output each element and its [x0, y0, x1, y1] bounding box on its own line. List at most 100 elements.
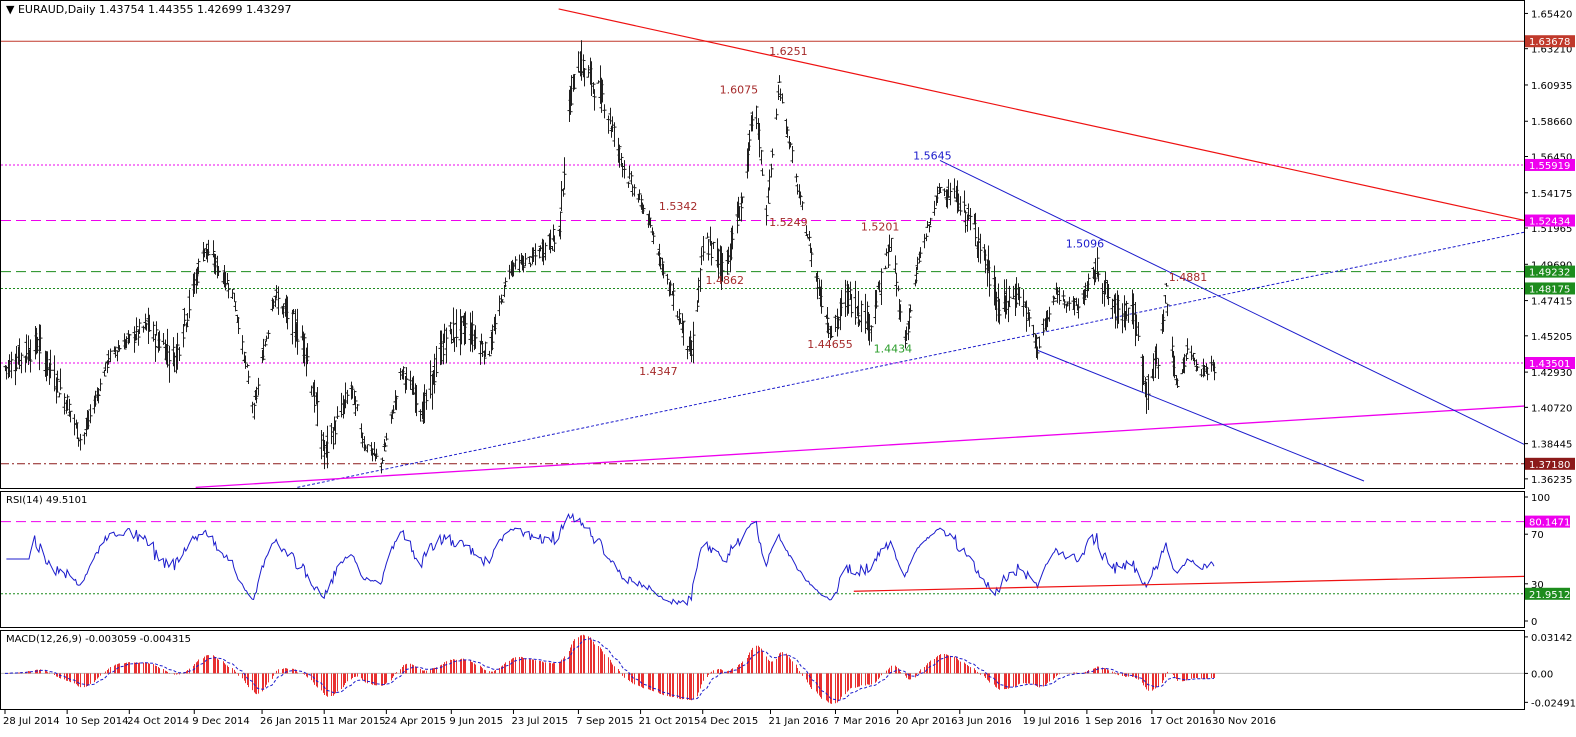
- level-price-tag-label: 1.43501: [1529, 359, 1570, 370]
- price-bar: [922, 233, 927, 249]
- price-bar: [252, 402, 257, 420]
- price-bar: [764, 205, 769, 226]
- price-bar: [859, 300, 864, 333]
- price-bar: [833, 314, 838, 332]
- price-bar: [339, 392, 344, 418]
- price-bar: [264, 335, 269, 342]
- chart-canvas[interactable]: 1.6251 1.6075 1.5342 1.5249 1.5201 1.4862 1.44…: [0, 0, 1576, 733]
- price-bar: [528, 262, 533, 268]
- price-bar: [177, 346, 182, 361]
- time-axis-label: 24 Oct 2014: [127, 716, 189, 727]
- price-bar: [115, 351, 120, 362]
- price-bar: [263, 341, 268, 347]
- time-axis-label: 7 Sep 2015: [576, 716, 633, 727]
- price-bar: [76, 437, 81, 447]
- time-axis-label: 24 Apr 2015: [384, 716, 446, 727]
- price-bar: [266, 330, 271, 339]
- price-bar: [795, 183, 800, 195]
- chart-window[interactable]: 1.6251 1.6075 1.5342 1.5249 1.5201 1.4862 1.44…: [0, 0, 1576, 733]
- price-bar: [612, 122, 617, 147]
- price-bar: [454, 309, 459, 348]
- rsi-axis-label: 100: [1531, 493, 1550, 504]
- macd-panel: 0.03142 0.00 -0.02491: [1, 633, 1576, 709]
- annotation-label: 1.4434: [874, 343, 913, 356]
- trendline-rising-dotted-support: [297, 231, 1525, 488]
- price-bar: [665, 273, 670, 285]
- price-bar: [596, 80, 601, 84]
- price-bar: [365, 444, 370, 453]
- price-bar: [226, 282, 231, 299]
- level-price-tag-label: 1.37180: [1529, 460, 1570, 471]
- price-bar: [452, 336, 457, 352]
- price-bar: [790, 145, 795, 164]
- macd-axis-label: 0.00: [1531, 669, 1553, 680]
- price-bar: [52, 355, 57, 392]
- level-price-tag-label: 1.55919: [1529, 161, 1570, 172]
- price-bar: [533, 243, 538, 266]
- price-bar: [1011, 285, 1016, 299]
- price-bar: [543, 242, 548, 261]
- symbol-arrow-icon[interactable]: ▼: [6, 3, 18, 16]
- price-bar: [380, 457, 385, 464]
- price-bar: [685, 345, 690, 360]
- time-axis-label: 17 Oct 2016: [1150, 716, 1212, 727]
- trendline-magenta-support: [195, 405, 1525, 489]
- annotation-label: 1.5201: [861, 221, 900, 234]
- annotation-label: 1.5096: [1066, 237, 1105, 250]
- x-axis: 28 Jul 2014 10 Sep 201424 Oct 2014 9 Dec 2…: [3, 710, 1276, 727]
- price-bar: [770, 148, 775, 158]
- price-bar: [691, 321, 696, 364]
- price-bar: [408, 370, 413, 390]
- price-bar: [889, 237, 894, 252]
- price-axis-label: 1.36235: [1531, 475, 1572, 486]
- price-bar: [962, 190, 967, 213]
- price-bar: [602, 104, 607, 119]
- price-bar: [151, 321, 156, 342]
- price-bar: [794, 173, 799, 183]
- trendline-channel-lower: [1037, 349, 1365, 482]
- price-bar: [68, 410, 73, 423]
- price-bar: [428, 360, 433, 399]
- price-bar: [776, 84, 781, 101]
- price-bar: [696, 277, 701, 303]
- main-panel-frame: [0, 0, 1525, 489]
- price-bar: [706, 239, 711, 261]
- price-bar: [1057, 287, 1062, 305]
- level-price-tag-label: 1.63678: [1529, 37, 1570, 48]
- level-price-tag-label: 1.48175: [1529, 284, 1570, 295]
- price-bar: [559, 180, 564, 212]
- price-bar: [187, 289, 192, 319]
- price-bar: [927, 224, 932, 233]
- price-bar: [863, 293, 868, 334]
- price-bar: [777, 75, 782, 84]
- price-bar: [924, 233, 929, 242]
- price-bar: [483, 341, 488, 357]
- trendline-channel-upper: [939, 160, 1525, 445]
- time-axis-label: 21 Jan 2016: [769, 716, 829, 727]
- price-bar: [629, 171, 634, 185]
- price-bar: [335, 406, 340, 419]
- price-bar: [879, 268, 884, 306]
- annotation-label: 1.5342: [659, 200, 698, 213]
- price-bar: [290, 309, 295, 345]
- price-bar: [896, 285, 901, 292]
- price-bar: [246, 370, 251, 385]
- price-bar: [853, 280, 858, 325]
- price-axis-label: 1.58660: [1531, 117, 1572, 128]
- annotation-label: 1.4862: [706, 274, 745, 287]
- time-axis-label: 19 Jul 2016: [1023, 716, 1080, 727]
- time-axis-label: 26 Jan 2015: [260, 716, 320, 727]
- price-bar: [705, 232, 710, 239]
- price-bar: [562, 157, 567, 190]
- price-bar: [963, 210, 968, 233]
- price-axis-label: 1.54175: [1531, 189, 1572, 200]
- price-bar: [355, 404, 360, 412]
- price-axis-label: 1.45205: [1531, 332, 1572, 343]
- price-bar: [1185, 338, 1190, 355]
- macd-signal-line: [5, 638, 1215, 701]
- rsi-trendline: [853, 575, 1525, 592]
- rsi-panel-frame: [0, 491, 1525, 628]
- price-bar: [167, 345, 172, 383]
- price-axis-label: 1.38445: [1531, 440, 1572, 451]
- price-bar: [449, 328, 454, 344]
